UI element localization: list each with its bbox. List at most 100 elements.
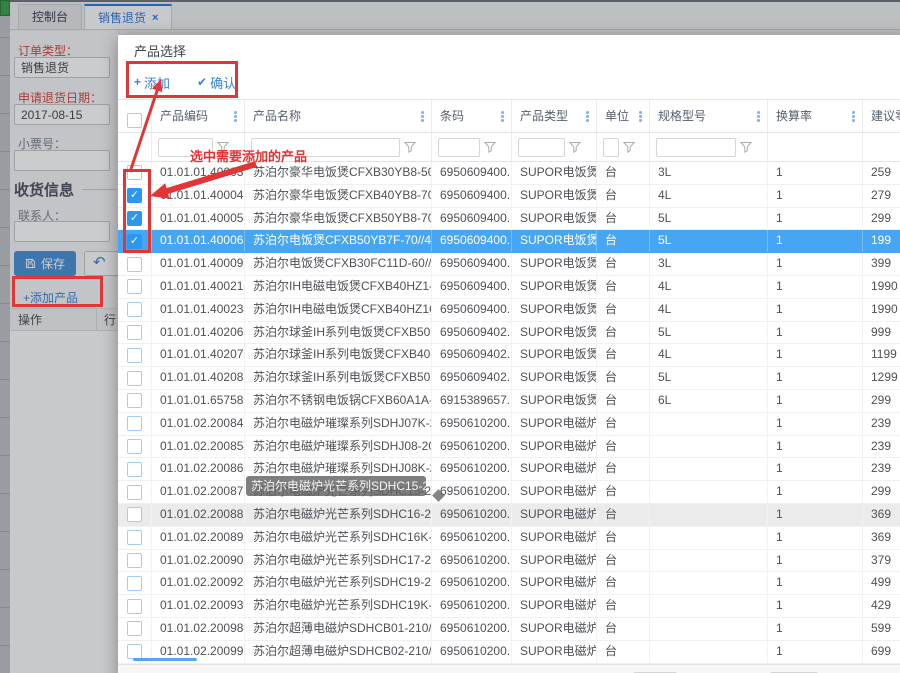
checkbox-cell (118, 481, 152, 503)
row-checkbox[interactable] (127, 599, 142, 614)
table-row[interactable]: 01.01.01.657582苏泊尔不锈钢电饭锅CFXB60A1A-90//46… (118, 390, 900, 413)
table-cell: 1 (768, 481, 863, 503)
filter-input[interactable] (438, 138, 480, 157)
row-checkbox[interactable] (127, 325, 142, 340)
row-checkbox[interactable] (127, 485, 142, 500)
table-row[interactable]: 01.01.01.400210苏泊尔IH电磁电饭煲CFXB40HZ1-120//… (118, 276, 900, 299)
row-checkbox[interactable] (127, 257, 142, 272)
column-header[interactable]: 条码 (432, 100, 512, 132)
table-row[interactable]: 01.01.01.402078苏泊尔球釜IH系列电饭煲CFXB40HZ6-1..… (118, 344, 900, 367)
table-row[interactable]: 01.01.02.200878苏泊尔电磁炉光芒系列SDHC15-210//469… (118, 481, 900, 504)
filter-funnel-icon[interactable] (623, 141, 635, 153)
horizontal-scrollbar-thumb[interactable] (133, 658, 197, 661)
column-menu-icon[interactable] (639, 111, 642, 114)
checkbox-cell (118, 436, 152, 458)
table-cell: 599 (863, 618, 900, 640)
row-checkbox[interactable] (127, 553, 142, 568)
column-header[interactable]: 产品类型 (512, 100, 597, 132)
column-menu-icon[interactable] (757, 111, 760, 114)
column-header[interactable]: 产品编码 (152, 100, 245, 132)
column-menu-icon[interactable] (586, 111, 589, 114)
row-checkbox[interactable] (127, 348, 142, 363)
row-checkbox[interactable] (127, 644, 142, 659)
row-checkbox[interactable] (127, 279, 142, 294)
table-cell: 苏泊尔豪华电饭煲CFXB30YB8-50//4 (245, 162, 432, 184)
table-cell: 台 (597, 299, 650, 321)
table-cell: 1 (768, 253, 863, 275)
column-menu-icon[interactable] (852, 111, 855, 114)
row-checkbox[interactable] (127, 507, 142, 522)
table-cell: 6950609400... (432, 185, 512, 207)
filter-input[interactable] (518, 138, 565, 157)
table-cell: 6950609400... (432, 230, 512, 252)
annotation-hint-text: 选中需要添加的产品 (190, 146, 307, 165)
table-cell: 1 (768, 322, 863, 344)
column-header-label: 单位 (605, 109, 629, 123)
table-cell: 台 (597, 458, 650, 480)
filter-funnel-icon[interactable] (404, 141, 416, 153)
table-row[interactable]: 01.01.02.200908苏泊尔电磁炉光芒系列SDHC17-210//469… (118, 550, 900, 573)
table-cell: 1 (768, 390, 863, 412)
table-cell: SUPOR电饭煲 (512, 276, 597, 298)
column-menu-icon[interactable] (234, 111, 237, 114)
table-row[interactable]: 01.01.02.200922苏泊尔电磁炉光芒系列SDHC19-210//469… (118, 572, 900, 595)
column-header[interactable]: 换算率 (768, 100, 863, 132)
table-row[interactable]: 01.01.02.200861苏泊尔电磁炉璀璨系列SDHJ08K-200//46… (118, 458, 900, 481)
column-header-label: 建议零售价 (871, 109, 900, 123)
select-all-checkbox[interactable] (127, 113, 142, 128)
table-row[interactable]: 01.01.01.400098苏泊尔电饭煲CFXB30FC11D-60//469… (118, 253, 900, 276)
table-cell: 01.01.01.402078 (152, 344, 245, 366)
table-cell: 6950609402... (432, 322, 512, 344)
table-row[interactable]: 01.01.02.200892苏泊尔电磁炉光芒系列SDHC16K-210//46… (118, 527, 900, 550)
table-cell: 1 (768, 527, 863, 549)
table-cell: 6950610200... (432, 458, 512, 480)
row-checkbox[interactable] (127, 416, 142, 431)
table-row[interactable]: 01.01.01.400234苏泊尔IH电磁电饭煲CFXB40HZ1C-120.… (118, 299, 900, 322)
table-cell: 01.01.02.200892 (152, 527, 245, 549)
table-cell: 01.01.01.400036 (152, 162, 245, 184)
filter-funnel-icon[interactable] (740, 141, 752, 153)
filter-input[interactable] (656, 138, 736, 157)
table-row[interactable]: 01.01.02.200854苏泊尔电磁炉璀璨系列SDHJ08-200//469… (118, 436, 900, 459)
column-menu-icon[interactable] (501, 111, 504, 114)
filter-input[interactable] (603, 138, 619, 157)
table-row[interactable]: 01.01.01.402085苏泊尔球釜IH系列电饭煲CFXB50HZ6-1..… (118, 367, 900, 390)
table-row[interactable]: 01.01.01.402061苏泊尔球釜IH系列电饭煲CFXB50HC3-1..… (118, 322, 900, 345)
column-header[interactable]: 建议零售价 (863, 100, 900, 132)
row-checkbox[interactable] (127, 462, 142, 477)
row-checkbox[interactable] (127, 439, 142, 454)
table-row[interactable]: 01.01.02.200885苏泊尔电磁炉光芒系列SDHC16-210//469… (118, 504, 900, 527)
table-cell: SUPOR电饭煲 (512, 230, 597, 252)
table-cell: 台 (597, 253, 650, 275)
row-checkbox[interactable] (127, 371, 142, 386)
column-header[interactable]: 规格型号 (650, 100, 768, 132)
filter-funnel-icon[interactable] (484, 141, 496, 153)
table-row[interactable]: 01.01.02.200984苏泊尔超薄电磁炉SDHCB01-210//4695… (118, 618, 900, 641)
row-checkbox[interactable] (127, 576, 142, 591)
row-checkbox[interactable] (127, 621, 142, 636)
column-header-label: 条码 (440, 109, 464, 123)
table-row[interactable]: ✓01.01.01.400050苏泊尔豪华电饭煲CFXB50YB8-70//46… (118, 208, 900, 231)
filter-funnel-icon[interactable] (569, 141, 581, 153)
column-header[interactable]: 产品名称 (245, 100, 432, 132)
row-checkbox[interactable] (127, 302, 142, 317)
table-row[interactable]: 01.01.02.200939苏泊尔电磁炉光芒系列SDHC19K-210//46… (118, 595, 900, 618)
table-row[interactable]: 01.01.01.400036苏泊尔豪华电饭煲CFXB30YB8-50//469… (118, 162, 900, 185)
column-header[interactable]: 单位 (597, 100, 650, 132)
table-cell: 369 (863, 527, 900, 549)
row-checkbox[interactable] (127, 530, 142, 545)
table-cell: 6L (650, 390, 768, 412)
select-all-cell (118, 100, 152, 132)
table-cell: SUPOR电饭煲 (512, 390, 597, 412)
table-cell: 苏泊尔电磁炉光芒系列SDHC19K-210//4 (245, 595, 432, 617)
table-cell: SUPOR电磁炉 (512, 572, 597, 594)
table-row[interactable]: 01.01.02.200847苏泊尔电磁炉璀璨系列SDHJ07K-200//46… (118, 413, 900, 436)
column-menu-icon[interactable] (421, 111, 424, 114)
row-checkbox[interactable] (127, 393, 142, 408)
table-row[interactable]: 01.01.02.200991苏泊尔超薄电磁炉SDHCB02-210//4695… (118, 641, 900, 664)
table-row[interactable]: ✓01.01.01.400067苏泊尔电饭煲CFXB50YB7F-70//469… (118, 230, 900, 253)
checkbox-cell (118, 572, 152, 594)
table-cell (650, 527, 768, 549)
table-cell: 5L (650, 367, 768, 389)
table-row[interactable]: ✓01.01.01.400043苏泊尔豪华电饭煲CFXB40YB8-70//46… (118, 185, 900, 208)
